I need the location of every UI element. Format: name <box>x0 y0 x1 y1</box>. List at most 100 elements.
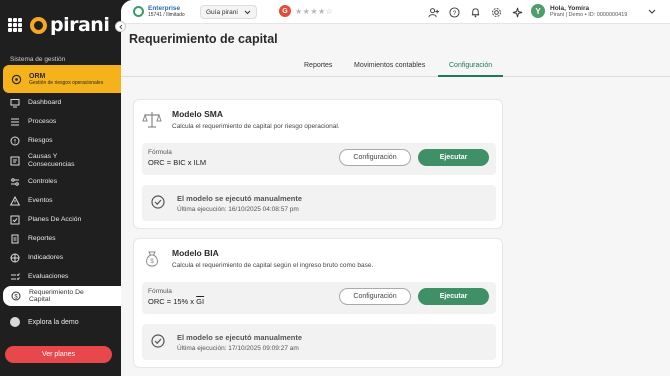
execution-status: El modelo se ejecutó manualmente Última … <box>142 324 496 360</box>
sidebar-item-controles[interactable]: Controles <box>0 172 121 191</box>
top-icons: ? <box>427 6 523 18</box>
sidebar-item-planes[interactable]: Planes De Acción <box>0 210 121 229</box>
formula-value: ORC = BIC x ILM <box>148 158 207 167</box>
sparkle-icon[interactable] <box>511 6 523 18</box>
user-subtitle: Pirani | Demo • ID: 0000000419 <box>550 11 628 18</box>
status-last-run: Última ejecución: 16/10/2025 04:08:57 pm <box>177 206 299 213</box>
status-title: El modelo se ejecutó manualmente <box>177 333 303 342</box>
view-plans-button[interactable]: Ver planes <box>5 346 112 363</box>
sidebar-item-eventos[interactable]: Eventos <box>0 191 121 210</box>
top-bar: Enterprise 15741 / Ilimitado Guía pirani… <box>121 0 670 24</box>
svg-text:$: $ <box>150 259 154 265</box>
configuration-button[interactable]: Configuración <box>339 149 411 166</box>
status-last-run: Última ejecución: 17/10/2025 09:09:27 am <box>177 345 299 352</box>
formula-label: Fórmula <box>148 149 172 156</box>
chevron-down-icon <box>648 9 656 14</box>
sidebar-item-indicadores[interactable]: Indicadores <box>0 248 121 267</box>
rating-widget[interactable]: G ★★★★☆ <box>279 5 333 17</box>
configuration-button[interactable]: Configuración <box>339 288 411 305</box>
tab-configuracion[interactable]: Configuración <box>438 62 504 77</box>
sidebar-item-causas[interactable]: Causas Y Consecuencias <box>0 150 121 172</box>
plan-title: Enterprise <box>148 5 181 12</box>
gear-icon[interactable] <box>490 6 502 18</box>
sidebar-item-label: Indicadores <box>28 254 64 261</box>
plan-subtitle: 15741 / Ilimitado <box>148 12 185 18</box>
run-button[interactable]: Ejecutar <box>418 288 489 305</box>
module-subtitle: Gestión de riesgos operacionales <box>29 79 104 86</box>
sidebar-item-label: Eventos <box>28 197 53 204</box>
report-icon <box>10 234 20 244</box>
g2-badge-icon: G <box>279 5 291 17</box>
formula-panel: Fórmula ORC = 15% x GI Configuración Eje… <box>142 282 496 314</box>
user-menu[interactable]: Y Hola, Yomira Pirani | Demo • ID: 00000… <box>531 4 656 18</box>
model-description: Calcula el requerimiento de capital por … <box>172 123 340 130</box>
logo-text: pirani <box>50 14 110 36</box>
pirani-logo: pirani <box>30 14 110 36</box>
sidebar-item-reportes[interactable]: Reportes <box>0 229 121 248</box>
warning-icon <box>10 195 20 206</box>
model-title: Modelo BIA <box>172 248 219 258</box>
sidebar-item-label: Requerimiento De Capital <box>29 288 84 303</box>
sidebar-nav: Dashboard Procesos Riesgos Causas Y Cons… <box>0 93 121 306</box>
checkbox-icon <box>10 215 20 225</box>
collapse-sidebar-button[interactable] <box>115 21 126 32</box>
module-orm[interactable]: ORM Gestión de riesgos operacionales <box>3 65 129 93</box>
sidebar: pirani Sistema de gestión ORM Gestión de… <box>0 0 129 376</box>
sidebar-item-evaluaciones[interactable]: Evaluaciones <box>0 267 121 286</box>
plan-icon <box>133 6 144 17</box>
apps-grid-icon[interactable] <box>8 18 22 32</box>
list-icon <box>10 117 20 127</box>
formula-prefix: ORC = 15% x <box>148 297 197 306</box>
model-description: Calcula el requerimiento de capital segú… <box>172 262 374 269</box>
tab-movimientos[interactable]: Movimientos contables <box>354 62 425 77</box>
sidebar-item-procesos[interactable]: Procesos <box>0 112 121 131</box>
page-title: Requerimiento de capital <box>129 32 278 46</box>
capital-icon: $ <box>11 291 21 301</box>
bell-icon[interactable] <box>469 6 481 18</box>
plan-badge: Enterprise 15741 / Ilimitado <box>133 5 185 18</box>
formula-label: Fórmula <box>148 288 172 295</box>
chevron-left-icon <box>118 24 122 29</box>
sidebar-item-label: Riesgos <box>28 137 53 144</box>
sidebar-item-label: Procesos <box>28 118 57 125</box>
guide-label: Guía pirani <box>206 8 238 16</box>
scale-icon <box>142 110 162 130</box>
module-title: ORM <box>29 72 46 80</box>
add-user-icon[interactable] <box>427 6 439 18</box>
sliders-icon <box>10 177 20 187</box>
svg-text:?: ? <box>452 9 456 16</box>
indicator-icon <box>10 253 20 263</box>
alert-circle-icon <box>10 136 20 146</box>
brand: pirani <box>8 14 110 36</box>
check-circle-icon <box>151 334 165 348</box>
chevron-down-icon <box>244 10 251 14</box>
demo-icon <box>10 317 20 327</box>
sidebar-item-label: Dashboard <box>28 99 62 106</box>
main-content: Enterprise 15741 / Ilimitado Guía pirani… <box>121 0 670 376</box>
user-greeting: Hola, Yomira <box>550 4 590 12</box>
sidebar-item-dashboard[interactable]: Dashboard <box>0 93 121 112</box>
sidebar-item-label: Reportes <box>28 235 56 242</box>
guide-dropdown[interactable]: Guía pirani <box>200 5 257 19</box>
demo-label: Explora la demo <box>28 318 79 326</box>
explore-demo-link[interactable]: Explora la demo <box>10 317 79 327</box>
sidebar-item-label: Planes De Acción <box>28 216 82 223</box>
tab-reportes[interactable]: Reportes <box>304 62 332 77</box>
money-bag-icon: $ <box>142 249 162 269</box>
cause-icon <box>10 156 20 166</box>
formula-value: ORC = 15% x GI <box>148 297 204 306</box>
check-circle-icon <box>151 195 165 209</box>
sidebar-item-requerimiento-capital[interactable]: $ Requerimiento De Capital <box>3 286 121 306</box>
execution-status: El modelo se ejecutó manualmente Última … <box>142 185 496 221</box>
model-card-sma: Modelo SMA Calcula el requerimiento de c… <box>133 99 503 229</box>
status-title: El modelo se ejecutó manualmente <box>177 194 303 203</box>
avatar: Y <box>531 4 545 18</box>
sidebar-item-riesgos[interactable]: Riesgos <box>0 131 121 150</box>
help-icon[interactable]: ? <box>448 6 460 18</box>
tab-bar: Reportes Movimientos contables Configura… <box>121 58 670 77</box>
sidebar-item-label: Controles <box>28 178 58 185</box>
module-orm-icon <box>11 74 22 84</box>
model-card-bia: $ Modelo BIA Calcula el requerimiento de… <box>133 238 503 368</box>
run-button[interactable]: Ejecutar <box>418 149 489 166</box>
model-title: Modelo SMA <box>172 109 223 119</box>
